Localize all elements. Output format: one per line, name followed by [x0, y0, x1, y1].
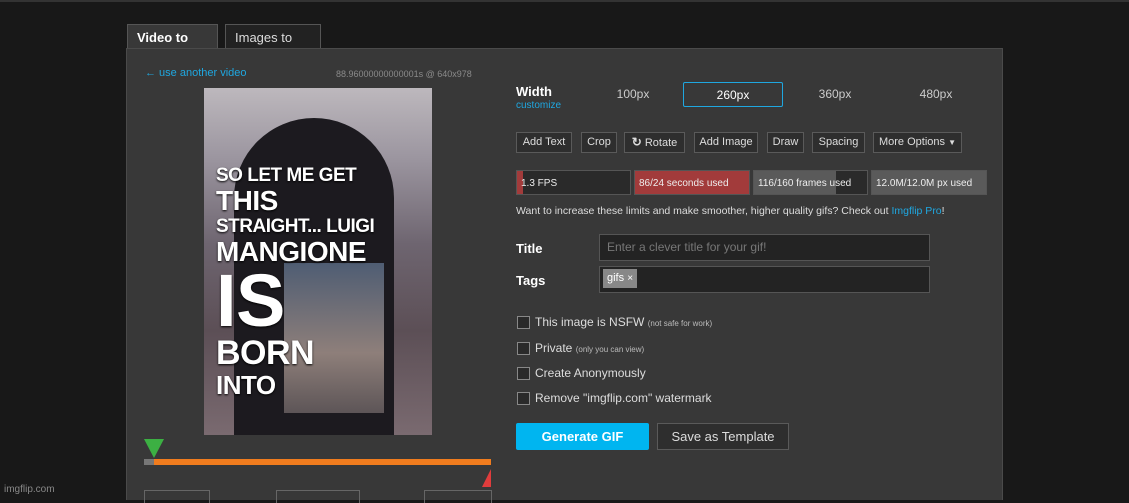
limits-text: Want to increase these limits and make s… [516, 205, 892, 217]
anonymous-label: Create Anonymously [535, 366, 646, 380]
caption-line: THIS [216, 185, 278, 216]
save-as-template-button[interactable]: Save as Template [657, 423, 789, 450]
frames-text: 116/160 frames used [758, 178, 852, 189]
width-label: Width [516, 84, 552, 99]
rotate-button[interactable]: ↻ Rotate [624, 132, 685, 153]
caption-line: STRAIGHT... LUIGI [216, 216, 375, 237]
width-option-100[interactable]: 100px [583, 82, 683, 107]
trim-start-handle[interactable] [144, 439, 164, 458]
imgflip-watermark: imgflip.com [4, 484, 55, 495]
generate-gif-button[interactable]: Generate GIF [516, 423, 649, 450]
private-label: Private (only you can view) [535, 341, 644, 355]
tag-remove-icon[interactable]: × [627, 273, 633, 284]
private-note: (only you can view) [575, 345, 645, 354]
limits-suffix: ! [941, 205, 945, 217]
seconds-text: 86/24 seconds used [639, 178, 729, 189]
crop-button[interactable]: Crop [581, 132, 617, 153]
customize-link[interactable]: customize [516, 100, 561, 111]
watermark-label: Remove "imgflip.com" watermark [535, 391, 712, 405]
top-border [0, 0, 1129, 2]
caret-down-icon: ▼ [948, 138, 956, 147]
trim-slider[interactable] [141, 437, 491, 489]
tags-input[interactable]: gifs × [599, 266, 930, 293]
imgflip-pro-link[interactable]: Imgflip Pro [891, 205, 941, 217]
rotate-label: Rotate [644, 137, 678, 149]
video-caption: SO LET ME GET THIS STRAIGHT... LUIGI MAN… [216, 166, 426, 398]
draw-button[interactable]: Draw [767, 132, 804, 153]
title-input[interactable]: Enter a clever title for your gif! [599, 234, 930, 261]
video-meta: 88.96000000000001s @ 640x978 [336, 69, 472, 79]
private-text: Private [535, 341, 573, 355]
anonymous-checkbox[interactable] [517, 367, 530, 380]
tab-video-to-gif[interactable]: Video to GIF [127, 24, 218, 70]
caption-line: IS [216, 259, 285, 342]
width-option-360[interactable]: 360px [785, 82, 885, 107]
add-text-button[interactable]: Add Text [516, 132, 572, 153]
caption-line: SO LET ME GET [216, 165, 357, 186]
end-time-box[interactable] [424, 490, 492, 503]
nsfw-text: This image is NSFW [535, 315, 645, 329]
video-preview[interactable]: SO LET ME GET THIS STRAIGHT... LUIGI MAN… [204, 88, 432, 435]
tags-label: Tags [516, 273, 546, 288]
fps-stat: 1.3 FPS [516, 170, 631, 195]
start-time-box[interactable] [144, 490, 210, 503]
trim-end-handle[interactable] [482, 469, 491, 487]
caption-line: BORN [216, 334, 315, 372]
pixels-text: 12.0M/12.0M px used [876, 178, 973, 189]
spacing-button[interactable]: Spacing [812, 132, 865, 153]
trim-range-bar[interactable] [154, 459, 491, 465]
tag-chip: gifs × [603, 269, 638, 288]
pixels-stat: 12.0M/12.0M px used [871, 170, 987, 195]
seconds-stat: 86/24 seconds used [634, 170, 750, 195]
caption-line: INTO [216, 370, 276, 400]
width-option-480[interactable]: 480px [886, 82, 986, 107]
nsfw-label: This image is NSFW (not safe for work) [535, 315, 712, 329]
width-option-260[interactable]: 260px [683, 82, 783, 107]
more-options-button[interactable]: More Options ▼ [873, 132, 962, 153]
nsfw-note: (not safe for work) [647, 319, 713, 328]
use-another-video-link[interactable]: ← use another video [145, 67, 247, 79]
private-checkbox[interactable] [517, 342, 530, 355]
add-image-button[interactable]: Add Image [694, 132, 758, 153]
more-options-label: More Options [878, 136, 946, 148]
fps-text: 1.3 FPS [521, 178, 558, 189]
limits-note: Want to increase these limits and make s… [516, 205, 945, 217]
watermark-checkbox[interactable] [517, 392, 530, 405]
tag-chip-label: gifs [607, 272, 625, 284]
nsfw-checkbox[interactable] [517, 316, 530, 329]
frames-stat: 116/160 frames used [753, 170, 868, 195]
title-label: Title [516, 241, 543, 256]
editor-panel: ← use another video 88.96000000000001s @… [126, 48, 1003, 503]
tab-images-to-gif[interactable]: Images to GIF [225, 24, 321, 70]
rotate-icon: ↻ [631, 135, 642, 149]
duration-box[interactable] [276, 490, 360, 503]
trim-start-stub [144, 459, 154, 465]
